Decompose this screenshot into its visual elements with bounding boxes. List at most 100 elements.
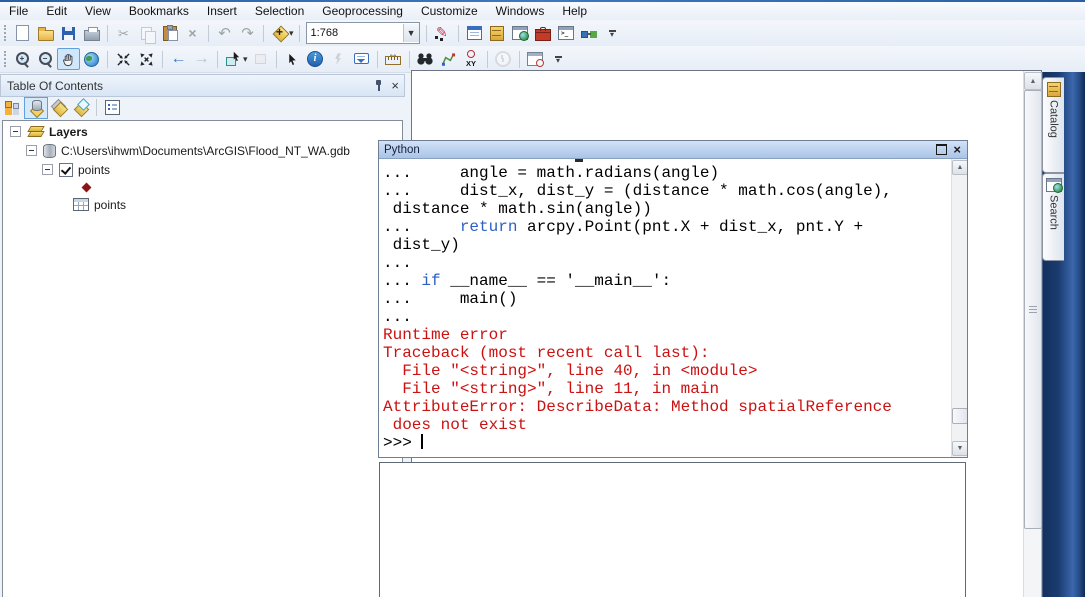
tree-row-layers[interactable]: Layers	[3, 123, 402, 140]
go-back-extent-button[interactable]: ←	[167, 48, 190, 70]
close-icon[interactable]: ×	[953, 143, 961, 156]
standard-toolbar: ✂ × ↶ ↷ ▾ 1:768 ▼	[0, 20, 1085, 47]
find-button[interactable]	[414, 48, 437, 70]
console-line: ... dist_x, dist_y = (distance * math.co…	[383, 182, 892, 200]
toolbar-overflow-button[interactable]	[547, 48, 570, 70]
console-line: dist_y)	[383, 236, 460, 254]
toc-close-icon[interactable]: ×	[391, 79, 399, 92]
toc-header: Table Of Contents ×	[0, 74, 405, 97]
new-document-button[interactable]	[11, 22, 34, 44]
cut-button[interactable]: ✂	[112, 22, 135, 44]
viewer-window-button[interactable]	[524, 48, 547, 70]
zoom-in-button[interactable]: +	[11, 48, 34, 70]
catalog-window-button[interactable]	[509, 22, 532, 44]
zoom-out-button[interactable]: −	[34, 48, 57, 70]
select-features-button[interactable]	[222, 48, 245, 70]
table-icon	[73, 198, 89, 211]
scroll-up-arrow[interactable]: ▲	[952, 160, 967, 175]
time-slider-button[interactable]	[492, 48, 515, 70]
list-by-drawing-order-button[interactable]	[2, 98, 24, 118]
console-vertical-scrollbar[interactable]: ▲ ▼	[951, 159, 967, 457]
catalog-cabinet-icon	[1046, 82, 1061, 97]
toolbar-overflow-button[interactable]	[601, 22, 624, 44]
toolbar-grip[interactable]	[4, 25, 6, 41]
list-by-visibility-button[interactable]	[48, 98, 70, 118]
maximize-icon[interactable]	[936, 144, 948, 155]
modelbuilder-icon	[581, 26, 597, 40]
pan-button[interactable]	[57, 48, 80, 70]
empty-secondary-panel	[379, 462, 966, 597]
scale-dropdown-arrow[interactable]: ▼	[402, 24, 419, 42]
paste-button[interactable]	[158, 22, 181, 44]
python-window-button[interactable]	[555, 22, 578, 44]
tree-row-symbol[interactable]	[3, 180, 402, 194]
menu-windows[interactable]: Windows	[487, 3, 554, 19]
menu-file[interactable]: File	[0, 3, 37, 19]
tree-row-points-layer[interactable]: points	[3, 161, 402, 178]
list-by-source-button[interactable]	[24, 96, 48, 119]
save-button[interactable]	[57, 22, 80, 44]
fixed-zoom-in-button[interactable]	[112, 48, 135, 70]
collapse-expander-icon[interactable]	[42, 164, 53, 175]
menu-view[interactable]: View	[76, 3, 120, 19]
menu-customize[interactable]: Customize	[412, 3, 487, 19]
menu-edit[interactable]: Edit	[37, 3, 76, 19]
layer-visibility-checkbox[interactable]	[59, 162, 73, 177]
arccatalog-icon	[490, 25, 505, 41]
menu-help[interactable]: Help	[553, 3, 596, 19]
gdb-path-label[interactable]: C:\Users\ihwm\Documents\ArcGIS\Flood_NT_…	[61, 144, 350, 158]
table-options-icon	[466, 26, 482, 40]
python-console[interactable]: ... angle = math.radians(angle)... dist_…	[379, 159, 967, 457]
list-by-selection-button[interactable]	[70, 98, 92, 118]
modelbuilder-button[interactable]	[578, 22, 601, 44]
scroll-down-arrow[interactable]: ▼	[952, 441, 967, 456]
html-popup-button[interactable]	[350, 48, 373, 70]
points-layer-label[interactable]: points	[78, 163, 110, 177]
menu-bookmarks[interactable]: Bookmarks	[120, 3, 198, 19]
pin-icon[interactable]	[373, 79, 385, 92]
scroll-up-arrow[interactable]: ▲	[1024, 72, 1042, 90]
delete-button[interactable]: ×	[181, 22, 204, 44]
collapse-expander-icon[interactable]	[26, 145, 37, 156]
map-vertical-scrollbar[interactable]: ▲	[1023, 71, 1042, 597]
collapse-expander-icon[interactable]	[10, 126, 21, 137]
add-data-button[interactable]	[268, 22, 291, 44]
toolbar-grip[interactable]	[4, 51, 6, 67]
console-line: Runtime error	[383, 326, 508, 344]
measure-button[interactable]	[382, 48, 405, 70]
menu-geoprocessing[interactable]: Geoprocessing	[313, 3, 412, 19]
tree-row-points-table[interactable]: points	[3, 196, 402, 213]
menu-selection[interactable]: Selection	[246, 3, 313, 19]
table-options-button[interactable]	[463, 22, 486, 44]
tree-row-gdb[interactable]: C:\Users\ihwm\Documents\ArcGIS\Flood_NT_…	[3, 142, 402, 159]
open-button[interactable]	[34, 22, 57, 44]
copy-button[interactable]	[135, 22, 158, 44]
undo-button[interactable]: ↶	[213, 22, 236, 44]
fixed-zoom-out-button[interactable]	[135, 48, 158, 70]
scrollbar-thumb[interactable]	[952, 408, 967, 424]
menu-insert[interactable]: Insert	[198, 3, 246, 19]
map-scale-value: 1:768	[310, 27, 339, 39]
catalog-tab[interactable]: Catalog	[1042, 77, 1064, 173]
map-scale-combo[interactable]: 1:768 ▼	[305, 22, 420, 44]
go-forward-extent-button[interactable]: →	[190, 48, 213, 70]
go-to-xy-button[interactable]: XY	[460, 48, 483, 70]
point-symbol-swatch[interactable]	[81, 182, 92, 192]
layers-label[interactable]: Layers	[49, 125, 88, 139]
scrollbar-thumb[interactable]	[1024, 90, 1042, 529]
points-table-label[interactable]: points	[94, 198, 126, 212]
hyperlink-button[interactable]	[327, 48, 350, 70]
search-tab[interactable]: Search	[1042, 173, 1064, 261]
find-route-button[interactable]	[437, 48, 460, 70]
arctoolbox-button[interactable]	[532, 22, 555, 44]
redo-button[interactable]: ↷	[236, 22, 259, 44]
print-button[interactable]	[80, 22, 103, 44]
select-elements-button[interactable]	[281, 48, 304, 70]
identify-button[interactable]: i	[304, 48, 327, 70]
python-window-titlebar[interactable]: Python ×	[379, 141, 967, 159]
clear-selection-button[interactable]	[249, 48, 272, 70]
edit-vertices-button[interactable]	[431, 22, 454, 44]
full-extent-button[interactable]	[80, 48, 103, 70]
toc-options-button[interactable]	[101, 98, 123, 118]
arccatalog-button[interactable]	[486, 22, 509, 44]
